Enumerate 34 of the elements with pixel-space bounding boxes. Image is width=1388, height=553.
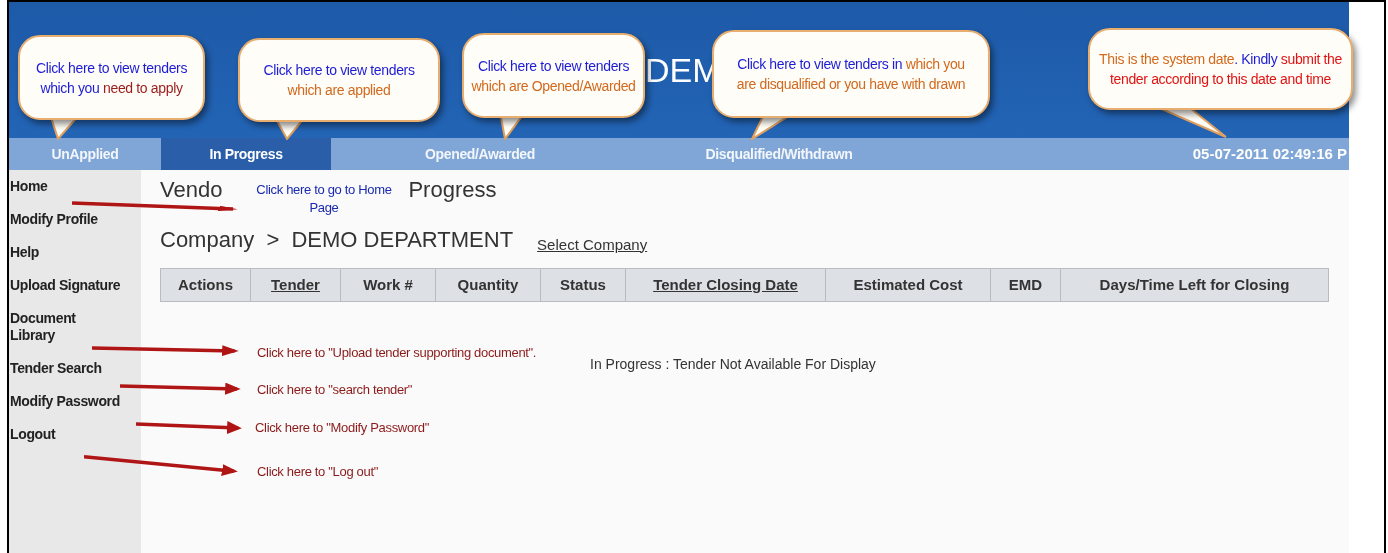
- column-header: Work #: [341, 269, 436, 301]
- column-header: EMD: [991, 269, 1061, 301]
- page-heading: Vendo: [160, 178, 223, 202]
- annotation-text: Click here to go to Home Page: [255, 181, 393, 217]
- sidebar-link[interactable]: Tender Search: [9, 360, 141, 377]
- page-heading: Progress: [408, 178, 497, 202]
- column-header[interactable]: Tender Closing Date: [626, 269, 826, 301]
- column-header: Status: [541, 269, 626, 301]
- column-header[interactable]: Tender: [251, 269, 341, 301]
- empty-message: In Progress : Tender Not Available For Display: [590, 356, 876, 372]
- sidebar-link[interactable]: Help: [9, 244, 141, 261]
- annotation-text: Click here to "search tender": [257, 381, 413, 399]
- sidebar-link[interactable]: Logout: [9, 426, 141, 443]
- column-header: Estimated Cost: [826, 269, 991, 301]
- column-header: Days/Time Left for Closing: [1098, 274, 1291, 295]
- sidebar-link[interactable]: Modify Profile: [9, 211, 141, 228]
- sidebar-link[interactable]: Modify Password: [9, 393, 141, 410]
- callout-text: Click here to view tenders which are applied: [263, 61, 415, 100]
- column-header: Quantity: [436, 269, 541, 301]
- tab[interactable]: In Progress: [161, 138, 331, 170]
- callout-text: This is the system date. Kindly submit the tender according to this date and time: [1099, 50, 1342, 89]
- sidebar-link[interactable]: Document Library: [9, 310, 99, 344]
- callout-text: Click here to view tenders which you need to apply: [35, 58, 188, 98]
- sidebar-link[interactable]: Home: [9, 178, 141, 195]
- annotation-text: Click here to "Log out": [257, 463, 378, 481]
- callout-text: Click here to view tenders in which you are disqualified or you have with drawn: [736, 55, 966, 94]
- sidebar-link[interactable]: Upload Signature: [9, 277, 141, 294]
- annotation-text: Click here to "Upload tender supporting document".: [257, 344, 537, 362]
- breadcrumb: Company > DEMO DEPARTMENT: [160, 226, 514, 254]
- column-header: Actions: [161, 269, 251, 301]
- select-company-link[interactable]: Select Company: [537, 233, 648, 256]
- callout-text: Click here to view tenders which are Opened/Awarded: [471, 56, 636, 96]
- annotation-text: Click here to "Modify Password": [255, 419, 429, 437]
- system-date: 05-07-2011 02:49:16 P: [1192, 143, 1348, 164]
